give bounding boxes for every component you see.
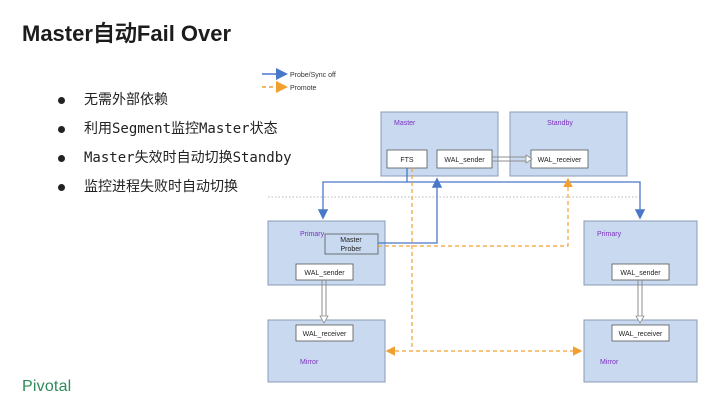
master-prober-label-line1: Master [340, 237, 362, 244]
primary-right-node: Primary WAL_sender [583, 220, 698, 286]
standby-title: Standby [547, 120, 573, 127]
master-title: Master [394, 120, 416, 127]
mirror-left-wal-receiver-label: WAL_receiver [303, 331, 347, 338]
legend-promote-label: Promote [290, 85, 317, 92]
master-wal-sender-label: WAL_sender [444, 157, 485, 164]
mirror-right-title: Mirror [600, 359, 619, 366]
mirror-left-node: WAL_receiver Mirror [267, 319, 386, 383]
mirror-right-wal-receiver-label: WAL_receiver [619, 331, 663, 338]
promote-arrows [378, 168, 583, 356]
master-prober-label-line2: Prober [340, 246, 362, 253]
mirror-left-title: Mirror [300, 359, 319, 366]
primary-right-title: Primary [597, 231, 622, 238]
standby-wal-receiver-label: WAL_receiver [538, 157, 582, 164]
legend: Probe/Sync off Promote [262, 68, 336, 93]
pivotal-logo: Pivotal [22, 378, 72, 395]
primary-right-wal-sender-label: WAL_sender [620, 270, 661, 277]
primary-left-wal-sender-label: WAL_sender [304, 270, 345, 277]
legend-probe-label: Probe/Sync off [290, 72, 336, 79]
mirror-right-node: WAL_receiver Mirror [583, 319, 698, 383]
primary-left-title: Primary [300, 231, 325, 238]
master-node: Master FTS WAL_sender [380, 111, 499, 177]
failover-diagram: Probe/Sync off Promote Master FTS WAL_se… [262, 68, 698, 383]
primary-left-node: Primary Master Prober WAL_sender [267, 220, 386, 286]
fts-label: FTS [400, 157, 414, 164]
standby-node: Standby WAL_receiver [509, 111, 628, 177]
